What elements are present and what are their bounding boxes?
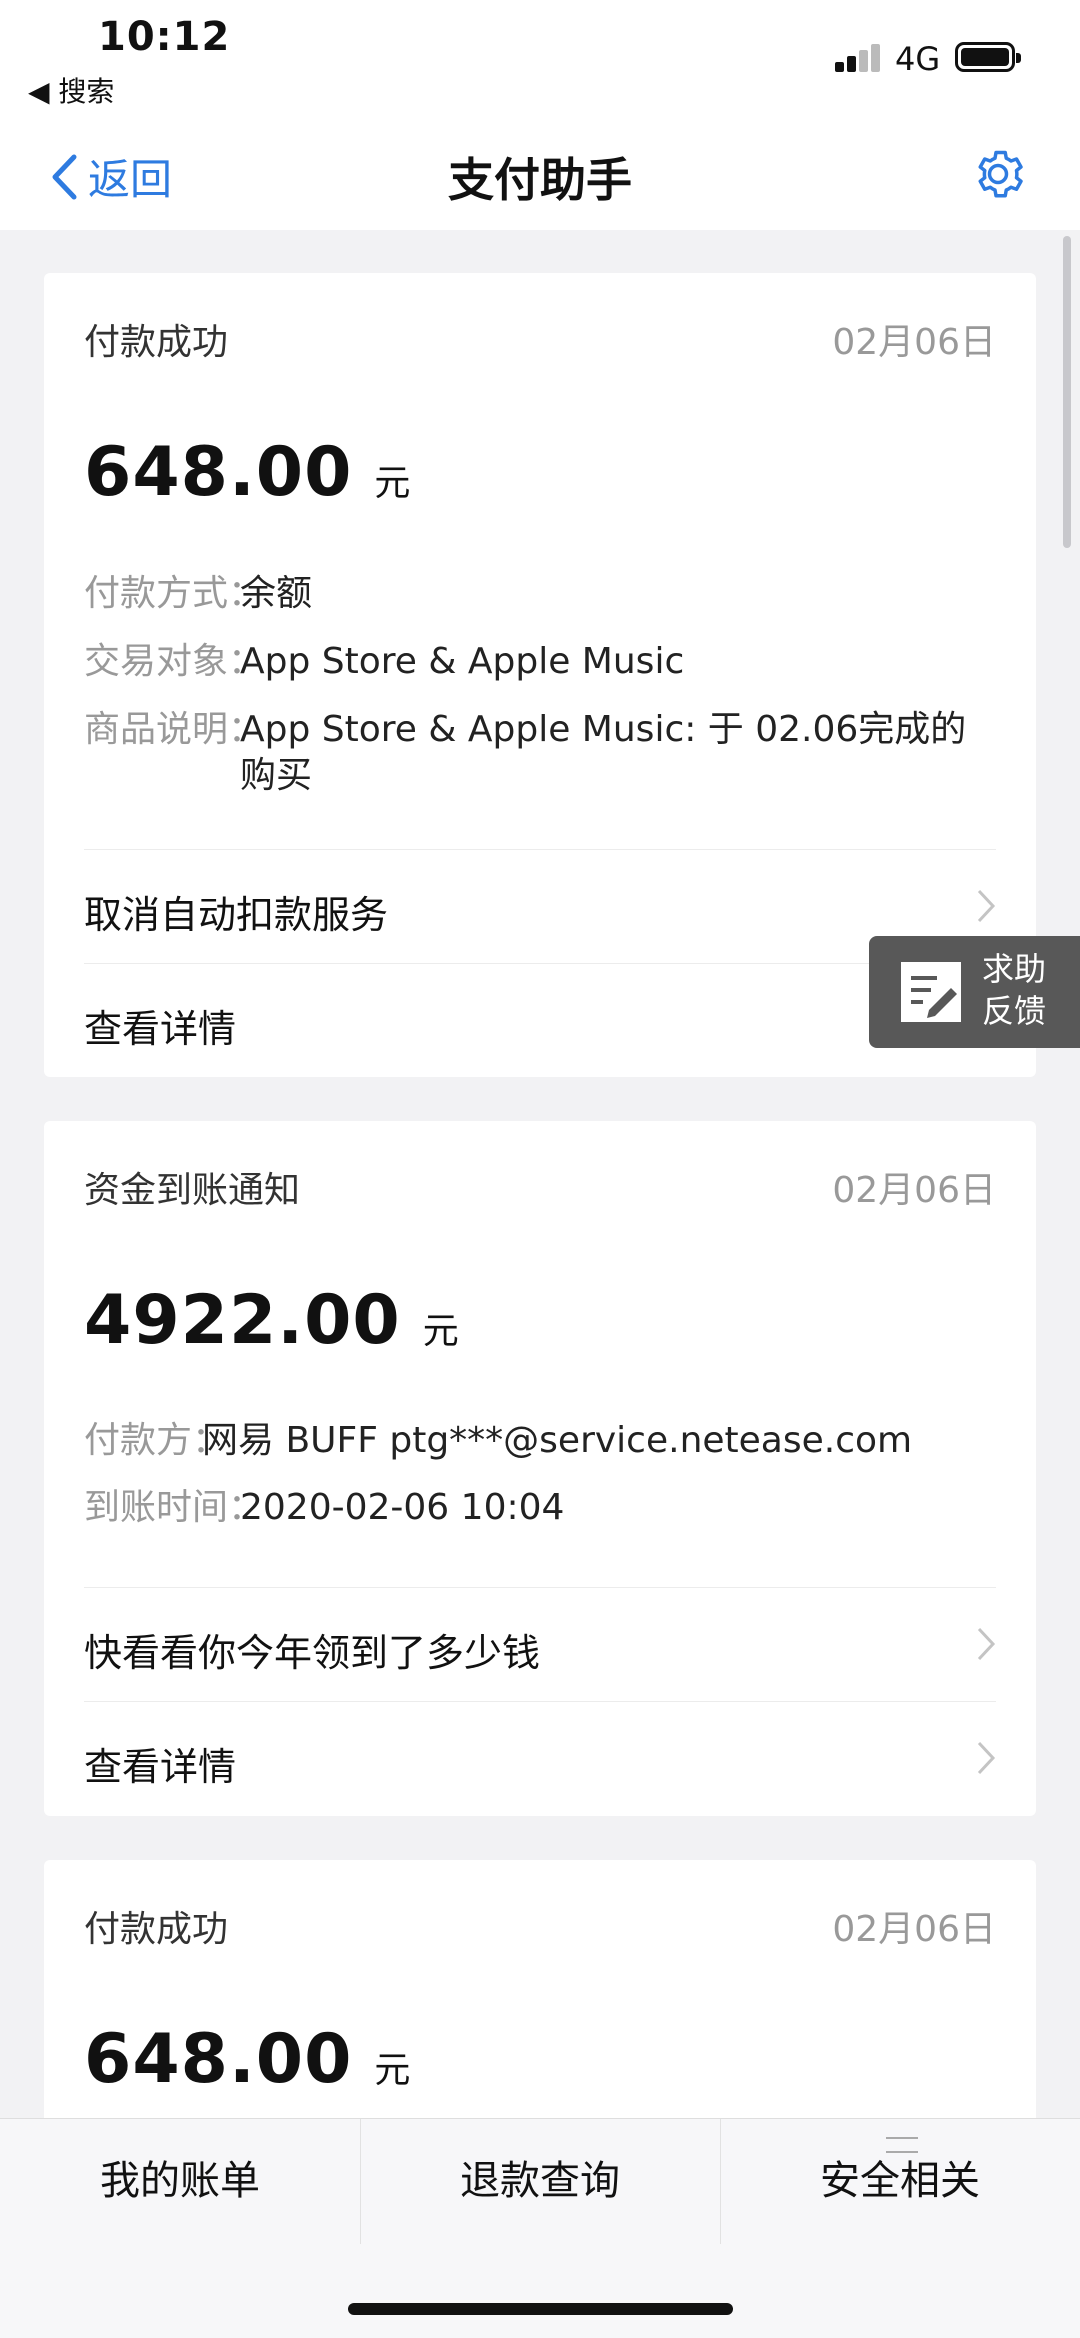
navigation-bar: 返回 支付助手 xyxy=(0,120,1080,230)
action-label: 快看看你今年领到了多少钱 xyxy=(84,1631,541,1675)
detail-key: 到账时间： xyxy=(84,1487,265,1528)
status-time: 10:12 xyxy=(98,14,231,60)
payment-card: 付款成功 02月06日 648.00 元 xyxy=(44,1860,1036,2118)
detail-row: 到账时间： 2020-02-06 10:04 xyxy=(84,1485,996,1531)
help-label: 求助 反馈 xyxy=(982,948,1046,1032)
action-label: 取消自动扣款服务 xyxy=(84,893,389,937)
detail-row: 付款方式： 余额 xyxy=(84,571,996,617)
amount-value: 648.00 xyxy=(84,2020,353,2099)
card-date: 02月06日 xyxy=(832,1909,996,1950)
yearly-income-link[interactable]: 快看看你今年领到了多少钱 xyxy=(84,1587,996,1702)
card-header: 资金到账通知 02月06日 xyxy=(84,1161,996,1211)
help-label-line1: 求助 xyxy=(982,950,1047,988)
detail-row: 交易对象： App Store & Apple Music xyxy=(84,639,996,685)
menu-icon xyxy=(886,2137,918,2153)
amount: 648.00 元 xyxy=(84,433,411,512)
message-list[interactable]: 付款成功 02月06日 648.00 元 付款方式： 余额 交易对象： App S… xyxy=(0,230,1080,2118)
gear-icon xyxy=(978,150,1023,198)
action-label: 查看详情 xyxy=(84,1745,237,1789)
edit-note-icon xyxy=(901,962,961,1022)
amount: 648.00 元 xyxy=(84,2020,411,2099)
detail-row: 付款方： 网易 BUFF ptg***@service.netease.com xyxy=(84,1418,996,1464)
amount: 4922.00 元 xyxy=(84,1281,460,1360)
action-label: 查看详情 xyxy=(84,1007,237,1051)
battery-icon xyxy=(955,42,1021,72)
card-date: 02月06日 xyxy=(832,322,996,363)
home-indicator[interactable] xyxy=(348,2303,733,2315)
income-card: 资金到账通知 02月06日 4922.00 元 付款方： 网易 BUFF ptg*… xyxy=(44,1121,1036,1816)
view-details-link[interactable]: 查看详情 xyxy=(84,1701,996,1816)
card-header: 付款成功 02月06日 xyxy=(84,1900,996,1950)
amount-unit: 元 xyxy=(422,1311,460,1352)
network-type: 4G xyxy=(895,40,941,78)
scrollbar[interactable] xyxy=(1063,236,1071,548)
card-type: 付款成功 xyxy=(84,1909,229,1950)
card-type: 付款成功 xyxy=(84,322,229,363)
card-header: 付款成功 02月06日 xyxy=(84,313,996,363)
amount-unit: 元 xyxy=(374,2050,412,2091)
detail-value: App Store & Apple Music: 于 02.06完成的购买 xyxy=(240,709,967,796)
tab-refund-query[interactable]: 退款查询 xyxy=(360,2119,720,2244)
detail-value: 余额 xyxy=(240,573,313,614)
detail-row: 商品说明： App Store & Apple Music: 于 02.06完成… xyxy=(84,707,996,799)
amount-value: 648.00 xyxy=(84,433,353,512)
amount-unit: 元 xyxy=(374,463,412,504)
help-label-line2: 反馈 xyxy=(982,992,1047,1030)
detail-key: 交易对象： xyxy=(84,641,265,682)
cancel-autopay-link[interactable]: 取消自动扣款服务 xyxy=(84,849,996,964)
settings-button[interactable] xyxy=(968,144,1028,208)
detail-value: 网易 BUFF ptg***@service.netease.com xyxy=(202,1420,913,1461)
signal-icon xyxy=(835,44,881,72)
amount-value: 4922.00 xyxy=(84,1281,401,1360)
detail-value: 2020-02-06 10:04 xyxy=(240,1487,565,1528)
detail-key: 商品说明： xyxy=(84,709,265,750)
help-feedback-button[interactable]: 求助 反馈 xyxy=(869,936,1080,1048)
detail-key: 付款方式： xyxy=(84,573,265,614)
card-type: 资金到账通知 xyxy=(84,1170,301,1211)
status-bar: 10:12 ◀ 搜索 4G xyxy=(0,0,1080,120)
view-details-link[interactable]: 查看详情 xyxy=(84,963,996,1078)
page-title: 支付助手 xyxy=(448,153,632,207)
chevron-right-icon xyxy=(977,1741,996,1775)
chevron-right-icon xyxy=(977,889,996,923)
card-date: 02月06日 xyxy=(832,1170,996,1211)
chevron-right-icon xyxy=(977,1627,996,1661)
back-to-search-link[interactable]: ◀ 搜索 xyxy=(28,70,114,110)
tab-my-bills[interactable]: 我的账单 xyxy=(0,2119,360,2244)
detail-value: App Store & Apple Music xyxy=(240,641,685,682)
